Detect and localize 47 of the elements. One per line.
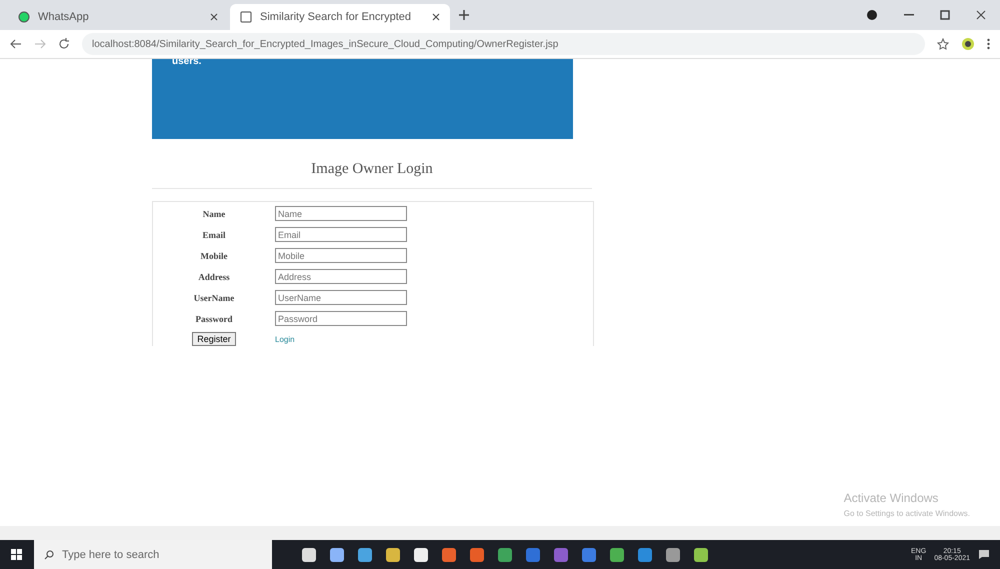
minimize-icon[interactable] [904, 14, 914, 16]
taskbar-app-icon[interactable] [666, 548, 680, 562]
horizontal-scrollbar[interactable] [0, 526, 1000, 540]
close-icon[interactable] [432, 13, 440, 21]
field-label: Email [202, 230, 226, 240]
more-icon[interactable] [987, 38, 990, 50]
browser-tab[interactable]: WhatsApp [8, 4, 228, 30]
input-field[interactable]: Mobile [275, 248, 407, 263]
field-label: Password [195, 314, 232, 324]
back-icon[interactable] [10, 39, 22, 49]
activation-title: Activate Windows [844, 491, 940, 505]
star-icon[interactable] [937, 38, 949, 50]
extension-icon[interactable] [961, 37, 975, 51]
taskbar-app-icon[interactable] [610, 548, 624, 562]
notification-icon[interactable] [978, 549, 990, 560]
page-heading: Image Owner Login [152, 161, 592, 189]
field-label: Address [198, 272, 230, 282]
page-icon [240, 11, 252, 23]
browser-tab[interactable]: Similarity Search for Encrypted [230, 4, 450, 30]
windows-icon[interactable] [11, 549, 23, 561]
taskbar-app-icon[interactable] [414, 548, 428, 562]
login-link[interactable]: Login [275, 334, 415, 344]
input-field[interactable]: Email [275, 227, 407, 242]
maximize-icon[interactable] [940, 10, 950, 20]
input-field[interactable]: Password [275, 311, 407, 326]
taskbar-app-icon[interactable] [386, 548, 400, 562]
field-label: UserName [194, 292, 234, 302]
close-icon[interactable] [976, 10, 986, 20]
record-icon[interactable] [866, 9, 878, 21]
taskbar-search-field[interactable]: Type here to search [34, 540, 272, 569]
field-label: Mobile [200, 250, 228, 260]
close-icon[interactable] [210, 13, 218, 21]
input-field[interactable]: Name [275, 206, 407, 221]
input-field[interactable]: UserName [275, 290, 407, 305]
search-icon [44, 550, 54, 560]
taskbar-app-icon[interactable] [358, 548, 372, 562]
plus-icon[interactable] [458, 9, 470, 21]
address-field[interactable]: localhost:8084/Similarity_Search_for_Encrypted_Images_inSecure_Cloud_Computing/OwnerRegister.jsp [82, 33, 925, 55]
page-icon [18, 11, 30, 23]
field-label: Name [202, 208, 226, 218]
reload-icon[interactable] [58, 38, 70, 50]
taskbar-app-icon[interactable] [694, 548, 708, 562]
taskbar-app-icon[interactable] [302, 548, 316, 562]
activation-hint: Go to Settings to activate Windows. [844, 509, 970, 518]
register-button[interactable]: Register [192, 332, 236, 346]
taskbar-app-icon[interactable] [330, 548, 344, 562]
input-field[interactable]: Address [275, 269, 407, 284]
